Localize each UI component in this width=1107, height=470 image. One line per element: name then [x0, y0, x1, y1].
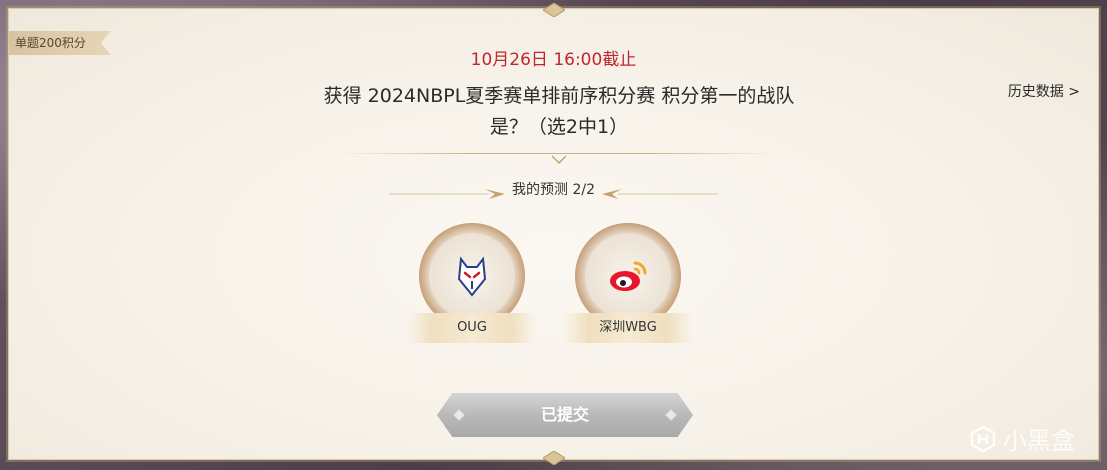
oug-logo-icon	[429, 233, 515, 319]
team-option-oug[interactable]: OUG	[407, 219, 537, 345]
team-name: OUG	[407, 313, 537, 343]
prediction-card: 单题200积分 10月26日 16:00截止 历史数据 > 获得 2024NBP…	[8, 3, 1099, 465]
divider-tip-icon	[551, 149, 567, 165]
question-line-1: 获得 2024NBPL夏季赛单排前序积分赛 积分第一的战队	[323, 85, 795, 107]
flourish-right-icon	[588, 185, 718, 199]
question-title: 获得 2024NBPL夏季赛单排前序积分赛 积分第一的战队 是？（选2中1）	[279, 81, 839, 143]
question-line-2: 是？（选2中1）	[489, 116, 629, 138]
diamond-right-icon	[665, 409, 677, 421]
my-prediction-header: 我的预测 2/2	[9, 179, 1098, 203]
submitted-label: 已提交	[540, 405, 589, 424]
watermark: 小黑盒	[969, 421, 1075, 456]
watermark-text: 小黑盒	[1003, 427, 1075, 455]
heybox-logo-icon	[970, 425, 996, 452]
ornament-top-icon	[542, 3, 565, 17]
weibo-logo-icon	[585, 233, 671, 319]
divider	[339, 147, 779, 165]
history-data-link[interactable]: 历史数据 >	[1008, 81, 1080, 101]
submitted-button[interactable]: 已提交	[437, 393, 693, 437]
deadline-text: 10月26日 16:00截止	[470, 50, 637, 70]
diamond-left-icon	[453, 409, 465, 421]
team-name: 深圳WBG	[563, 313, 693, 343]
ornament-bottom-icon	[542, 451, 565, 465]
team-option-wbg[interactable]: 深圳WBG	[563, 219, 693, 345]
flourish-left-icon	[389, 185, 519, 199]
